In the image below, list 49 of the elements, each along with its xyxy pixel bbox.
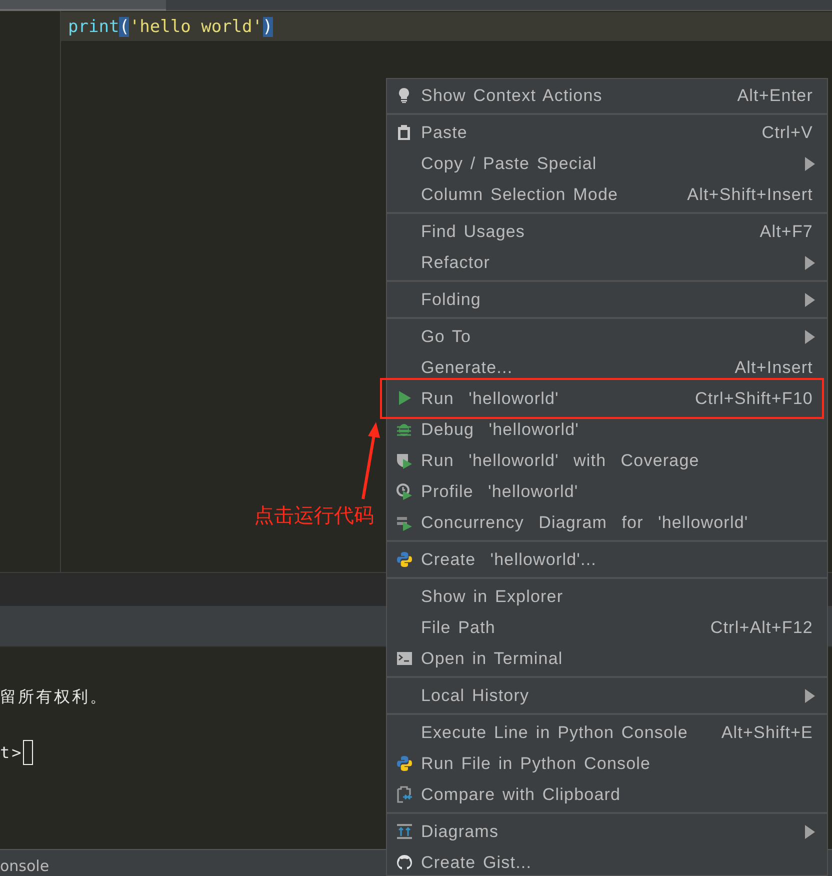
github-icon	[396, 854, 412, 871]
shortcut-text: Ctrl+Shift+F10	[694, 388, 813, 408]
annotation-text: 点击运行代码	[254, 502, 374, 528]
menu-item[interactable]: Refactor	[387, 247, 827, 278]
menu-item[interactable]: Run 'helloworld' with Coverage	[387, 445, 827, 476]
menu-item[interactable]: Concurrency Diagram for 'helloworld'	[387, 507, 827, 538]
shortcut-text: Alt+Shift+E	[721, 722, 813, 742]
shortcut-text: Ctrl+V	[762, 122, 813, 142]
menu-item[interactable]: Create 'helloworld'...	[387, 544, 827, 575]
clock-play-icon	[396, 483, 412, 500]
menu-item[interactable]: Run File in Python Console	[387, 748, 827, 779]
shortcut-text: Alt+Shift+Insert	[687, 184, 813, 204]
terminal-icon	[396, 650, 412, 667]
menu-item[interactable]: Debug 'helloworld'	[387, 414, 827, 445]
menu-item[interactable]: Paste Ctrl+V	[387, 117, 827, 148]
menu-item[interactable]: Execute Line in Python Console Alt+Shift+E	[387, 717, 827, 748]
menu-item[interactable]: Generate... Alt+Insert	[387, 352, 827, 383]
python-icon	[396, 551, 412, 568]
python-icon	[396, 755, 412, 772]
menu-item[interactable]: Copy / Paste Special	[387, 148, 827, 179]
text-cursor	[23, 740, 34, 764]
arrow-icon	[360, 421, 382, 501]
menu-item[interactable]: Local History	[387, 680, 827, 711]
menu-item[interactable]: Folding	[387, 284, 827, 315]
shield-play-icon	[396, 452, 412, 469]
console-tab-label[interactable]: onsole	[0, 856, 50, 876]
bug-icon	[396, 421, 412, 438]
menu-item[interactable]: Run 'helloworld' Ctrl+Shift+F10	[387, 383, 827, 414]
menu-item[interactable]: Profile 'helloworld'	[387, 476, 827, 507]
menu-item[interactable]: Compare with Clipboard	[387, 779, 827, 810]
console-text: 留所有权利。	[0, 686, 108, 708]
menu-item[interactable]: Create Gist...	[387, 847, 827, 876]
diagram-icon	[396, 823, 412, 840]
menu-item[interactable]: Go To	[387, 321, 827, 352]
shortcut-text: Alt+F7	[760, 222, 813, 242]
shortcut-text: Alt+Enter	[737, 86, 813, 106]
menu-item[interactable]: Diagrams	[387, 816, 827, 847]
menu-item[interactable]: Find Usages Alt+F7	[387, 216, 827, 247]
compare-icon	[396, 786, 412, 803]
console-text: t>	[0, 742, 24, 762]
clipboard-icon	[396, 124, 412, 141]
menu-item[interactable]: Show Context Actions Alt+Enter	[387, 80, 827, 111]
menu-item[interactable]: Column Selection Mode Alt+Shift+Insert	[387, 179, 827, 210]
diagram-play-icon	[396, 514, 412, 531]
shortcut-text: Alt+Insert	[734, 358, 813, 378]
code-line: print('hello world')	[68, 16, 273, 36]
menu-item[interactable]: Open in Terminal	[387, 643, 827, 674]
shortcut-text: Ctrl+Alt+F12	[710, 618, 813, 638]
menu-item[interactable]: Show in Explorer	[387, 581, 827, 612]
